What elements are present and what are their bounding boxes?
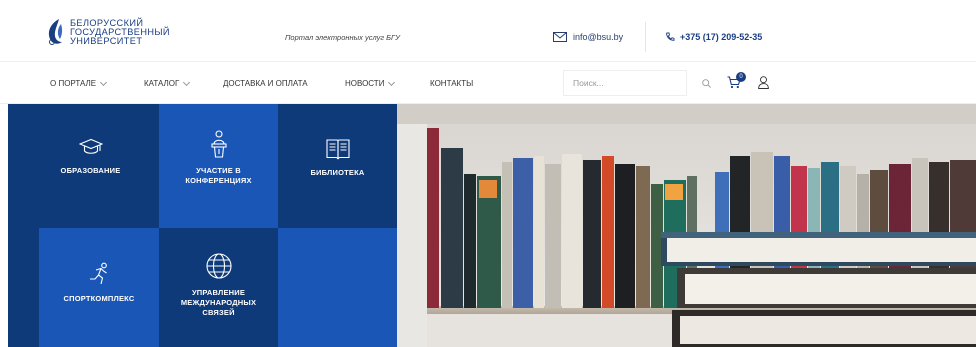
tile-label: СПОРТКОМПЛЕКС: [63, 294, 135, 303]
logo-line: УНИВЕРСИТЕТ: [70, 35, 143, 46]
email-text: info@bsu.by: [573, 32, 624, 42]
logo-text: БЕЛОРУССКИЙ ГОСУДАРСТВЕННЫЙ УНИВЕРСИТЕТ: [70, 18, 170, 46]
logo-emblem-icon: [48, 19, 63, 45]
nav-item-label: О ПОРТАЛЕ: [50, 79, 97, 88]
tile-education[interactable]: ОБРАЗОВАНИЕ: [33, 138, 148, 176]
top-header: БЕЛОРУССКИЙ ГОСУДАРСТВЕННЫЙ УНИВЕРСИТЕТ …: [0, 0, 976, 62]
nav-item-delivery[interactable]: ДОСТАВКА И ОПЛАТА: [223, 79, 308, 88]
tile-label: УПРАВЛЕНИЕ МЕЖДУНАРОДНЫХ СВЯЗЕЙ: [180, 288, 257, 317]
graduation-cap-icon: [78, 138, 103, 154]
nav-item-news[interactable]: НОВОСТИ: [345, 78, 396, 88]
tile-label: УЧАСТИЕ В КОНФЕРЕНЦИЯХ: [185, 166, 252, 185]
tile-label: ОБРАЗОВАНИЕ: [60, 166, 121, 175]
podium-speaker-icon: [210, 130, 227, 158]
nav-item-label: КОНТАКТЫ: [430, 79, 474, 88]
bookshelf-illustration: [397, 104, 976, 347]
main-nav: О ПОРТАЛЕ КАТАЛОГ ДОСТАВКА И ОПЛАТА НОВО…: [0, 62, 976, 104]
chevron-down-icon: [183, 78, 191, 86]
page: БЕЛОРУССКИЙ ГОСУДАРСТВЕННЫЙ УНИВЕРСИТЕТ …: [0, 0, 976, 347]
tile-library[interactable]: БИБЛИОТЕКА: [290, 138, 385, 178]
nav-item-label: ДОСТАВКА И ОПЛАТА: [223, 79, 308, 88]
portal-tagline: Портал электронных услуг БГУ: [285, 33, 400, 42]
tile-international-relations[interactable]: УПРАВЛЕНИЕ МЕЖДУНАРОДНЫХ СВЯЗЕЙ: [159, 252, 278, 318]
site-logo[interactable]: БЕЛОРУССКИЙ ГОСУДАРСТВЕННЫЙ УНИВЕРСИТЕТ: [46, 18, 170, 46]
user-account-icon[interactable]: [758, 76, 769, 89]
email-link[interactable]: info@bsu.by: [553, 32, 623, 42]
envelope-icon: [553, 32, 567, 42]
open-book-icon: [325, 139, 350, 160]
search-box: [563, 70, 687, 96]
phone-icon: [666, 32, 675, 41]
globe-icon: [205, 253, 232, 279]
services-tile-menu: ОБРАЗОВАНИЕ УЧАСТИЕ В КОНФЕРЕНЦИЯХ БИБЛИ…: [8, 104, 397, 347]
hero-banner-image: [397, 104, 976, 347]
tile-label: БИБЛИОТЕКА: [310, 168, 365, 177]
tile-sport[interactable]: СПОРТКОМПЛЕКС: [39, 262, 159, 304]
search-input[interactable]: [564, 71, 686, 95]
tile-conferences[interactable]: УЧАСТИЕ В КОНФЕРЕНЦИЯХ: [171, 130, 266, 186]
header-divider: [645, 22, 646, 52]
running-man-icon: [90, 262, 107, 285]
nav-item-label: НОВОСТИ: [345, 79, 385, 88]
chevron-down-icon: [100, 78, 108, 86]
nav-item-catalog[interactable]: КАТАЛОГ: [144, 78, 191, 88]
phone-link[interactable]: +375 (17) 209-52-35: [665, 32, 762, 42]
cart-count-badge: 0: [736, 72, 746, 82]
chevron-down-icon: [388, 78, 396, 86]
nav-item-about[interactable]: О ПОРТАЛЕ: [50, 78, 108, 88]
nav-item-contacts[interactable]: КОНТАКТЫ: [430, 79, 473, 88]
search-icon[interactable]: [702, 79, 711, 88]
nav-item-label: КАТАЛОГ: [144, 79, 180, 88]
phone-text: +375 (17) 209-52-35: [680, 32, 763, 42]
